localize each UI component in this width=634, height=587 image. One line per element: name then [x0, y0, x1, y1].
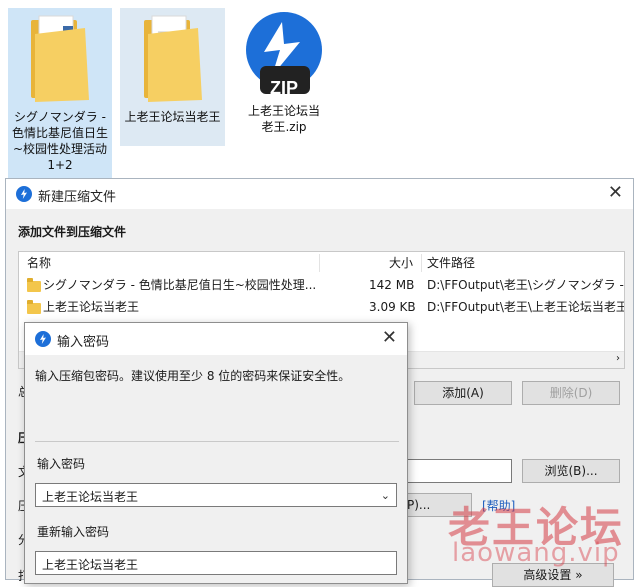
- password-dialog: 输入密码 ✕ 输入压缩包密码。建议使用至少 8 位的密码来保证安全性。 输入密码…: [24, 322, 408, 584]
- desktop-icon-label: 上老王论坛当老王: [124, 110, 221, 124]
- row-size: 142 MB: [369, 278, 415, 292]
- row-path: D:\FFOutput\老王\シグノマンダラ -: [427, 278, 624, 292]
- column-separator: [319, 254, 320, 272]
- confirm-password-label: 重新输入密码: [37, 525, 110, 539]
- folder-icon: [27, 300, 41, 314]
- screenshot-root: { "desktop": { "icons": [ { "label": "シグ…: [0, 0, 634, 587]
- password-field[interactable]: 上老王论坛当老王 ⌄: [35, 483, 397, 507]
- close-icon[interactable]: ✕: [608, 182, 623, 203]
- column-header-name[interactable]: 名称: [27, 252, 51, 274]
- column-separator: [421, 254, 422, 272]
- delete-button[interactable]: 删除(D): [522, 381, 620, 405]
- close-icon[interactable]: ✕: [382, 327, 397, 348]
- column-header-size[interactable]: 大小: [389, 252, 413, 274]
- column-header-path[interactable]: 文件路径: [427, 252, 475, 274]
- folder-icon: [27, 278, 41, 292]
- bandizip-app-icon: [35, 331, 51, 347]
- scroll-right-arrow-icon[interactable]: ›: [616, 353, 620, 364]
- section-title: 添加文件到压缩文件: [18, 225, 127, 239]
- row-name: シグノマンダラ - 色情比基尼值日生~校园性处理...: [43, 278, 317, 292]
- desktop-icon-label: 上老王论坛当老王.zip: [247, 104, 320, 134]
- confirm-password-field[interactable]: 上老王论坛当老王: [35, 551, 397, 575]
- dialog-instruction: 输入压缩包密码。建议使用至少 8 位的密码来保证安全性。: [35, 369, 351, 383]
- table-row[interactable]: シグノマンダラ - 色情比基尼值日生~校园性处理... 142 MB D:\FF…: [19, 274, 624, 296]
- watermark-url: laowang.vip: [452, 538, 620, 568]
- bandizip-app-icon: [16, 186, 32, 202]
- desktop-icon-zip[interactable]: ZIP 上老王论坛当老王.zip: [232, 8, 336, 146]
- confirm-password-value: 上老王论坛当老王: [42, 558, 139, 572]
- dialog-title: 输入密码: [57, 335, 110, 350]
- browse-button[interactable]: 浏览(B)...: [522, 459, 620, 483]
- row-size: 3.09 KB: [369, 300, 416, 314]
- row-path: D:\FFOutput\老王\上老王论坛当老王: [427, 300, 625, 314]
- add-button[interactable]: 添加(A): [414, 381, 512, 405]
- output-path-field[interactable]: [406, 459, 512, 483]
- window-title: 新建压缩文件: [38, 190, 117, 205]
- chevron-down-icon[interactable]: ⌄: [381, 489, 390, 502]
- desktop-icon-folder-1[interactable]: シグノマンダラ - 色情比基尼值日生~校园性处理活动 1+2: [8, 8, 112, 178]
- row-name: 上老王论坛当老王: [43, 300, 140, 314]
- title-bar: 新建压缩文件 ✕: [6, 179, 633, 209]
- folder-with-documents-icon: [143, 15, 202, 102]
- dialog-divider: [35, 441, 399, 442]
- desktop-icon-folder-2[interactable]: 上老王论坛当老王: [120, 8, 225, 146]
- folder-with-documents-icon: [31, 15, 89, 102]
- password-value: 上老王论坛当老王: [42, 490, 139, 504]
- password-label: 输入密码: [37, 457, 86, 471]
- dialog-title-bar: 输入密码 ✕: [25, 323, 407, 355]
- desktop-icon-label: シグノマンダラ - 色情比基尼值日生~校园性处理活动 1+2: [12, 110, 109, 172]
- zip-badge-text: ZIP: [269, 78, 298, 98]
- table-row[interactable]: 上老王论坛当老王 3.09 KB D:\FFOutput\老王\上老王论坛当老王: [19, 296, 625, 318]
